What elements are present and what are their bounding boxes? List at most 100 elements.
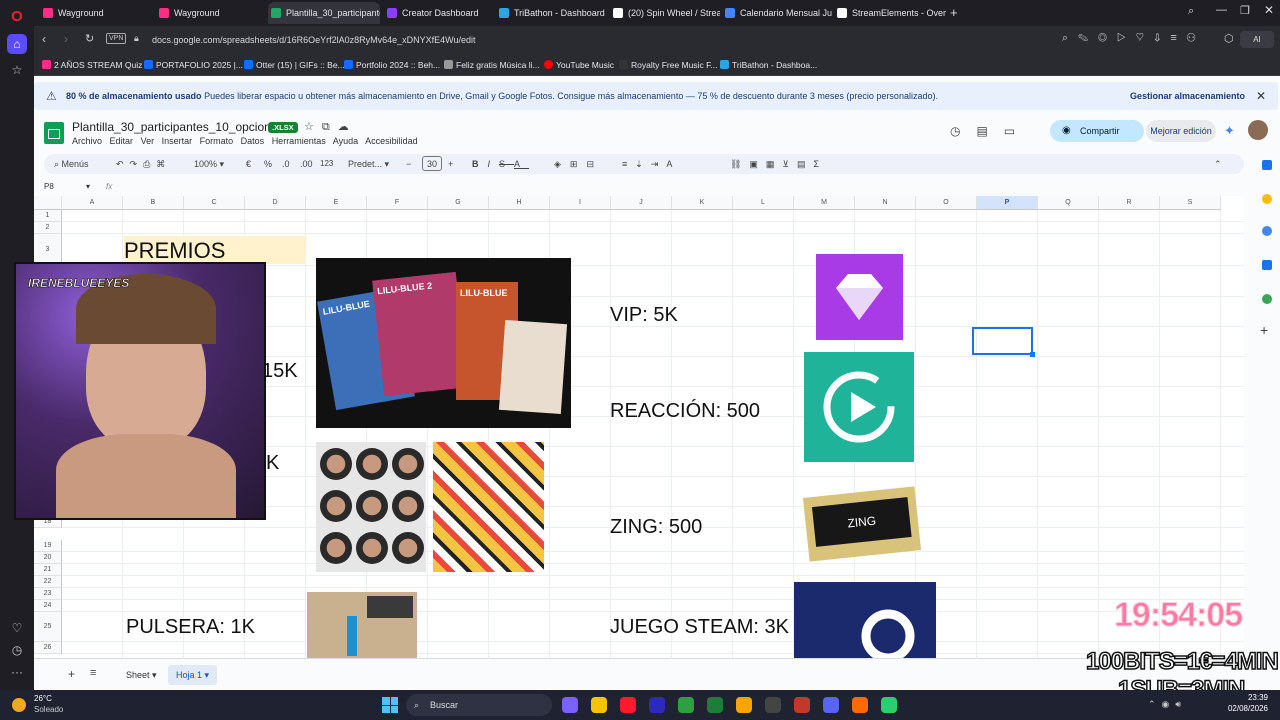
add-addon-icon[interactable]: +: [1260, 322, 1268, 338]
column-header[interactable]: D: [245, 196, 306, 210]
reaction-play-image[interactable]: [804, 352, 914, 462]
bracelet-image[interactable]: [307, 592, 417, 658]
tab-plantilla[interactable]: Plantilla_30_participantes: [268, 2, 380, 24]
opera-logo-icon[interactable]: O: [7, 6, 27, 26]
zing-card-image[interactable]: ZING: [802, 486, 922, 562]
font-size-increase-icon[interactable]: +: [448, 157, 453, 171]
row-header[interactable]: 23: [34, 588, 62, 600]
row-header[interactable]: 25: [34, 612, 62, 642]
column-header[interactable]: F: [367, 196, 428, 210]
taskbar-app-icon[interactable]: [852, 697, 868, 713]
bookmark-item[interactable]: YouTube Music: [544, 58, 614, 72]
all-sheets-icon[interactable]: ≡: [90, 667, 96, 679]
header-action-icons[interactable]: ◷▤▭: [950, 124, 1031, 138]
row-header[interactable]: 21: [34, 564, 62, 576]
taskbar-app-icon[interactable]: [649, 697, 665, 713]
decrease-decimals-button[interactable]: .0: [282, 157, 290, 171]
zoom-select[interactable]: 100% ▾: [194, 157, 224, 171]
bookmark-item[interactable]: PORTAFOLIO 2025 |...: [144, 58, 243, 72]
font-select[interactable]: Predet... ▾: [348, 157, 389, 171]
tab-spin-wheel[interactable]: (20) Spin Wheel / Stream...: [610, 2, 720, 24]
forward-icon[interactable]: ›: [64, 32, 68, 46]
menus-search[interactable]: ⌕ Menús: [54, 157, 89, 171]
menu-ver[interactable]: Ver: [141, 136, 155, 146]
bookmark-item[interactable]: Otter (15) | GIFs :: Be...: [244, 58, 345, 72]
menu-datos[interactable]: Datos: [241, 136, 265, 146]
taskbar-app-icon[interactable]: [765, 697, 781, 713]
tab-tribathon[interactable]: TriBathon - Dashboard: [496, 2, 608, 24]
taskbar-app-icon[interactable]: [562, 697, 578, 713]
home-icon[interactable]: ⌂: [7, 34, 27, 54]
taskbar-app-icon[interactable]: [678, 697, 694, 713]
taskbar-app-icon[interactable]: [620, 697, 636, 713]
column-header[interactable]: A: [62, 196, 123, 210]
bookmark-item[interactable]: 2 AÑOS STREAM Quiz: [42, 58, 142, 72]
heart-icon[interactable]: ♡: [7, 618, 27, 638]
row-header[interactable]: 1: [34, 210, 62, 222]
upgrade-button[interactable]: Mejorar edición: [1146, 120, 1216, 142]
tab-creator-dashboard[interactable]: Creator Dashboard: [384, 2, 494, 24]
gemini-icon[interactable]: ✦: [1224, 123, 1235, 139]
menu-accesibilidad[interactable]: Accesibilidad: [365, 136, 418, 146]
column-header[interactable]: B: [123, 196, 184, 210]
close-banner-icon[interactable]: ✕: [1256, 82, 1266, 110]
menu-formato[interactable]: Formato: [200, 136, 234, 146]
fish-pattern-image[interactable]: [433, 442, 544, 572]
taskbar-app-icon[interactable]: [591, 697, 607, 713]
fill-border-merge-icons[interactable]: ◈⊞⊟: [554, 157, 603, 171]
menu-ayuda[interactable]: Ayuda: [333, 136, 358, 146]
doc-title[interactable]: Plantilla_30_participantes_10_opciones: [72, 120, 284, 134]
menu-insertar[interactable]: Insertar: [162, 136, 193, 146]
close-window-icon[interactable]: ✕: [1264, 3, 1274, 17]
row-header[interactable]: 19: [34, 540, 62, 552]
sheet-tab-sheet[interactable]: Sheet ▾: [118, 665, 165, 685]
star-icon[interactable]: ☆: [7, 60, 27, 80]
column-header[interactable]: R: [1099, 196, 1160, 210]
sheet-tab-hoja1[interactable]: Hoja 1 ▾: [168, 665, 218, 685]
column-header[interactable]: L: [733, 196, 794, 210]
extensions-icon[interactable]: ⬡: [1224, 32, 1234, 45]
maximize-icon[interactable]: ❐: [1240, 4, 1250, 17]
row-header[interactable]: 2: [34, 222, 62, 234]
insert-icons[interactable]: ⛓▣▦⊻▤Σ: [730, 157, 827, 171]
corner-cell[interactable]: [34, 196, 62, 210]
new-tab-icon[interactable]: +: [950, 5, 958, 20]
column-header[interactable]: C: [184, 196, 245, 210]
row-header[interactable]: 24: [34, 600, 62, 612]
weather-sun-icon[interactable]: [12, 698, 26, 712]
calendar-icon[interactable]: [1262, 160, 1272, 170]
avatar[interactable]: [1248, 120, 1268, 140]
row-header[interactable]: 22: [34, 576, 62, 588]
address-actions-icons[interactable]: ⌕✎◎▷♡⇩≡⚇: [1062, 32, 1206, 45]
taskbar-app-icon[interactable]: [823, 697, 839, 713]
column-header[interactable]: J: [611, 196, 672, 210]
taskbar-app-icon[interactable]: [736, 697, 752, 713]
steam-logo-image[interactable]: [794, 582, 936, 658]
keep-icon[interactable]: [1262, 194, 1272, 204]
currency-button[interactable]: €: [246, 157, 251, 171]
ai-button[interactable]: AI: [1240, 31, 1274, 48]
sheets-logo-icon[interactable]: [44, 122, 64, 144]
tasks-icon[interactable]: [1262, 226, 1272, 236]
windows-start-icon[interactable]: [382, 697, 398, 713]
tab-calendario[interactable]: Calendario Mensual Julio: [722, 2, 832, 24]
share-button[interactable]: ◉ Compartir: [1050, 120, 1144, 142]
fill-handle[interactable]: [1030, 352, 1035, 357]
column-header[interactable]: Q: [1038, 196, 1099, 210]
history-icon[interactable]: ◷: [7, 640, 27, 660]
text-format-icons[interactable]: BISA: [472, 157, 529, 171]
more-icon[interactable]: ···: [7, 662, 27, 682]
collapse-toolbar-icon[interactable]: ⌃: [1214, 157, 1222, 171]
column-header[interactable]: P: [977, 196, 1038, 210]
menu-herramientas[interactable]: Herramientas: [272, 136, 326, 146]
column-header[interactable]: K: [672, 196, 733, 210]
add-sheet-icon[interactable]: +: [68, 667, 75, 681]
tray-icons[interactable]: ⌃◉🔊︎: [1148, 699, 1187, 710]
font-size-input[interactable]: 30: [422, 156, 442, 171]
tab-streamelements[interactable]: StreamElements - Overlay: [834, 2, 946, 24]
contacts-icon[interactable]: [1262, 260, 1272, 270]
tab-wayground-1[interactable]: Wayground: [40, 2, 150, 24]
manage-storage-link[interactable]: Gestionar almacenamiento: [1130, 82, 1245, 110]
url-input[interactable]: docs.google.com/spreadsheets/d/16R6OeYrf…: [152, 31, 1052, 49]
taskbar-search[interactable]: ⌕ Buscar: [406, 694, 552, 716]
